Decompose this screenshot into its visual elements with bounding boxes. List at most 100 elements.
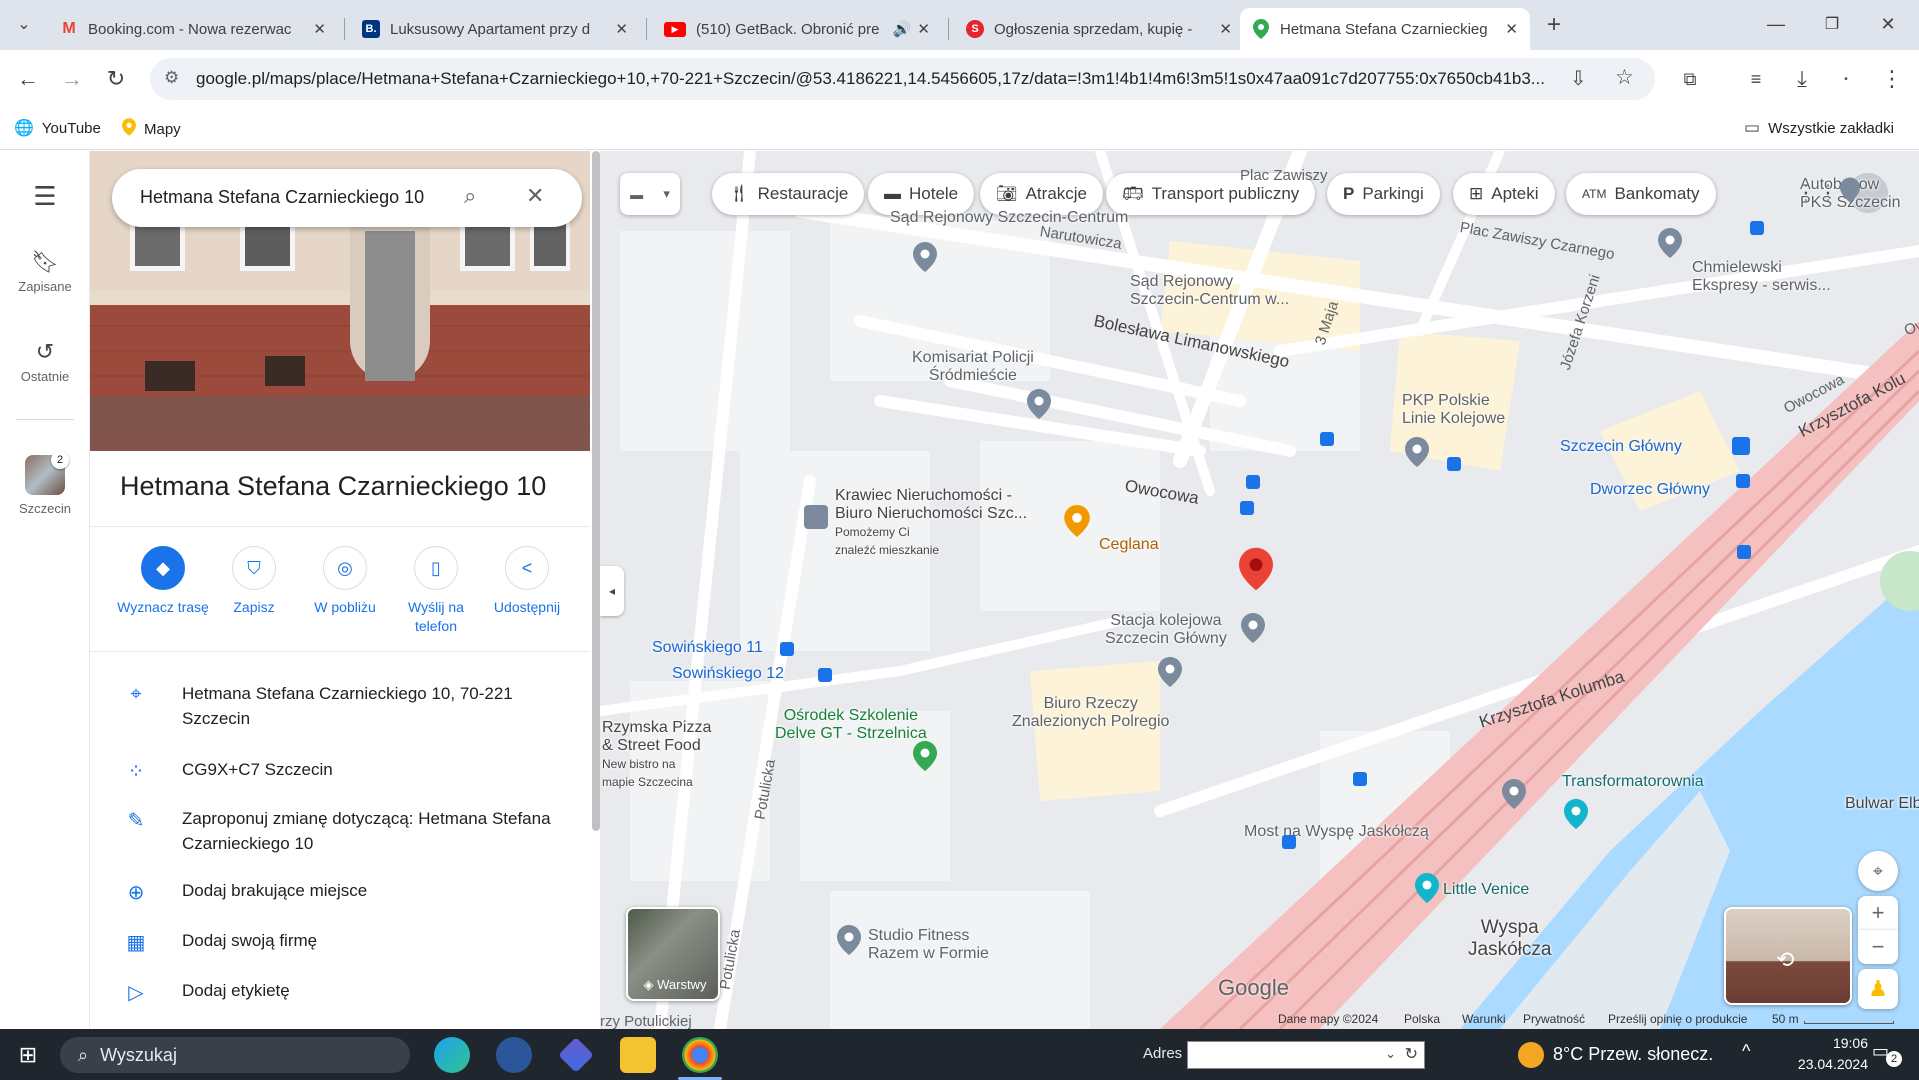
place-label[interactable]: Ośrodek Szkolenie Delve GT - Strzelnica xyxy=(775,707,927,743)
place-label[interactable]: Sowińskiego 11 xyxy=(652,639,763,657)
search-icon[interactable]: ⌕ xyxy=(464,183,476,209)
tram-stop-icon[interactable] xyxy=(818,668,832,682)
weather-icon[interactable] xyxy=(1518,1042,1544,1068)
extensions-button[interactable]: ⧉ xyxy=(1674,63,1706,95)
attraction-pin-icon[interactable] xyxy=(1415,873,1439,908)
station-pin-icon[interactable] xyxy=(1241,613,1265,648)
place-label[interactable]: Komisariat Policji Śródmieście xyxy=(912,349,1034,385)
add-business-row[interactable]: ▦ Dodaj swoją firmę xyxy=(90,928,590,955)
tab-booking[interactable]: M Booking.com - Nowa rezerwac ✕ xyxy=(48,8,338,50)
lost-property-pin-icon[interactable] xyxy=(1158,657,1182,692)
place-label[interactable]: Studio Fitness Razem w Formie xyxy=(868,927,989,963)
terms-link[interactable]: Warunki xyxy=(1462,1012,1506,1026)
map-layer-toggle-button[interactable]: ▬ ▾ xyxy=(620,173,680,215)
clock-date[interactable]: 23.04.2024 xyxy=(1778,1056,1868,1072)
bus-station-pin-icon[interactable] xyxy=(1840,177,1860,208)
restore-button[interactable]: ❐ xyxy=(1812,6,1852,42)
place-label[interactable]: Sowińskiego 12 xyxy=(672,665,784,683)
add-missing-place-row[interactable]: ⊕ Dodaj brakujące miejsce xyxy=(90,878,590,905)
layers-button[interactable]: ◈ Warstwy xyxy=(626,907,720,1001)
tab-apartament[interactable]: B. Luksusowy Apartament przy d ✕ xyxy=(350,8,640,50)
close-tab-icon[interactable]: ✕ xyxy=(917,20,930,38)
street-view-thumbnail[interactable]: ⟲ xyxy=(1724,907,1852,1005)
fitness-pin-icon[interactable] xyxy=(837,925,861,960)
address-row[interactable]: ⌖ Hetmana Stefana Czarnieckiego 10, 70-2… xyxy=(90,681,590,731)
place-label[interactable]: Dworzec Główny xyxy=(1590,481,1710,499)
chrome-icon[interactable] xyxy=(682,1037,718,1073)
bus-stop-icon[interactable] xyxy=(1750,221,1764,235)
bus-stop-icon[interactable] xyxy=(1240,501,1254,515)
close-tab-icon[interactable]: ✕ xyxy=(1505,20,1518,38)
windows-start-button[interactable]: ⊞ xyxy=(10,1037,46,1073)
chevron-down-icon[interactable]: ⌄ xyxy=(1385,1046,1396,1062)
add-label-row[interactable]: ▷ Dodaj etykietę xyxy=(90,978,590,1005)
bus-stop-icon[interactable] xyxy=(1246,475,1260,489)
collapse-panel-button[interactable]: ◂ xyxy=(600,566,624,616)
menu-button[interactable]: ⋮ xyxy=(1876,63,1908,95)
office-pin-icon[interactable] xyxy=(804,505,828,529)
edge-icon[interactable] xyxy=(434,1037,470,1073)
weather-text[interactable]: 8°C Przew. słonecz. xyxy=(1553,1044,1713,1065)
selected-location-pin-icon[interactable] xyxy=(1239,547,1273,596)
close-icon[interactable]: ✕ xyxy=(526,183,544,209)
saved-button[interactable]: 🔖︎ Zapisane xyxy=(0,249,90,294)
tab-youtube[interactable]: ▶ (510) GetBack. Obronić pre 🔊 ✕ xyxy=(652,8,942,50)
bookmark-youtube[interactable]: 🌐 YouTube xyxy=(14,118,101,138)
restaurant-pin-icon[interactable] xyxy=(1064,505,1090,542)
suggest-edit-row[interactable]: ✎ Zaproponuj zmianę dotyczącą: Hetmana S… xyxy=(90,806,590,856)
chevron-up-icon[interactable]: ^ xyxy=(1742,1041,1750,1062)
vpn-icon[interactable] xyxy=(496,1037,532,1073)
reload-icon[interactable]: ↻ xyxy=(1405,1044,1418,1064)
close-window-button[interactable]: ✕ xyxy=(1868,6,1908,42)
save-button[interactable]: ⛉ Zapisz xyxy=(208,546,300,617)
share-button[interactable]: < Udostępnij xyxy=(481,546,573,617)
chip-restauracje[interactable]: 🍴︎ Restauracje xyxy=(712,173,865,215)
zoom-out-button[interactable]: − xyxy=(1858,930,1898,964)
close-tab-icon[interactable]: ✕ xyxy=(1219,20,1232,38)
reload-button[interactable]: ↻ xyxy=(100,63,132,95)
chip-parkingi[interactable]: P Parkingi xyxy=(1327,173,1440,215)
downloads-button[interactable]: ⤓ xyxy=(1786,63,1818,95)
privacy-link[interactable]: Prywatność xyxy=(1523,1012,1585,1026)
back-button[interactable]: ← xyxy=(12,63,44,95)
country-link[interactable]: Polska xyxy=(1404,1012,1440,1026)
place-label[interactable]: Rzymska Pizza & Street Food New bistro na m… xyxy=(602,719,711,791)
plus-code-row[interactable]: ⁘ CG9X+C7 Szczecin xyxy=(90,757,590,784)
search-box[interactable]: Hetmana Stefana Czarnieckiego 10 ⌕ ✕ xyxy=(112,169,582,227)
all-bookmarks[interactable]: ▭ Wszystkie zakładki xyxy=(1744,118,1894,138)
install-app-icon[interactable]: ⇩ xyxy=(1570,66,1587,91)
service-pin-icon[interactable] xyxy=(1658,228,1682,263)
pegman-button[interactable]: ♟ xyxy=(1858,969,1898,1009)
place-label[interactable]: Transformatorownia xyxy=(1562,773,1704,791)
search-input[interactable]: Hetmana Stefana Czarnieckiego 10 xyxy=(140,187,424,208)
tab-search-button[interactable]: ⌄ xyxy=(8,8,40,40)
minimize-button[interactable]: — xyxy=(1756,6,1796,42)
place-label[interactable]: Krawiec Nieruchomości - Biuro Nieruchomoś… xyxy=(835,487,1027,559)
government-pin-icon[interactable] xyxy=(913,242,937,277)
zoom-in-button[interactable]: + xyxy=(1858,896,1898,930)
chip-bankomaty[interactable]: ATM Bankomaty xyxy=(1566,173,1716,215)
place-label[interactable]: Biuro Rzeczy Znalezionych Polregio xyxy=(1012,695,1169,731)
forward-button[interactable]: → xyxy=(56,63,88,95)
place-label[interactable]: Stacja kolejowa Szczecin Główny xyxy=(1105,612,1227,648)
place-label[interactable]: Szczecin Główny xyxy=(1560,438,1682,456)
police-pin-icon[interactable] xyxy=(1027,389,1051,424)
recent-place-szczecin[interactable]: 2 Szczecin xyxy=(0,451,90,516)
bus-stop-icon[interactable] xyxy=(1353,772,1367,786)
profile-button[interactable]: • xyxy=(1830,63,1862,95)
bookmark-mapy[interactable]: Mapy xyxy=(122,118,181,140)
file-explorer-icon[interactable] xyxy=(620,1037,656,1073)
taskbar-search[interactable]: ⌕ Wyszukaj xyxy=(60,1037,410,1073)
notifications-button[interactable]: ▭ 2 xyxy=(1872,1041,1902,1067)
tram-stop-icon[interactable] xyxy=(780,642,794,656)
shooting-range-pin-icon[interactable] xyxy=(913,741,937,776)
place-label[interactable]: Little Venice xyxy=(1443,881,1529,899)
tab-olx[interactable]: S Ogłoszenia sprzedam, kupię - ✕ xyxy=(954,8,1244,50)
clock-time[interactable]: 19:06 xyxy=(1788,1035,1868,1051)
bridge-pin-icon[interactable] xyxy=(1502,779,1526,814)
address-toolbar-input[interactable]: ⌄ ↻ xyxy=(1187,1041,1425,1069)
url-text[interactable]: google.pl/maps/place/Hetmana+Stefana+Cza… xyxy=(196,69,1596,89)
place-label[interactable]: PKP Polskie Linie Kolejowe xyxy=(1402,392,1505,428)
bus-stop-icon[interactable] xyxy=(1447,457,1461,471)
bus-stop-icon[interactable] xyxy=(1737,545,1751,559)
